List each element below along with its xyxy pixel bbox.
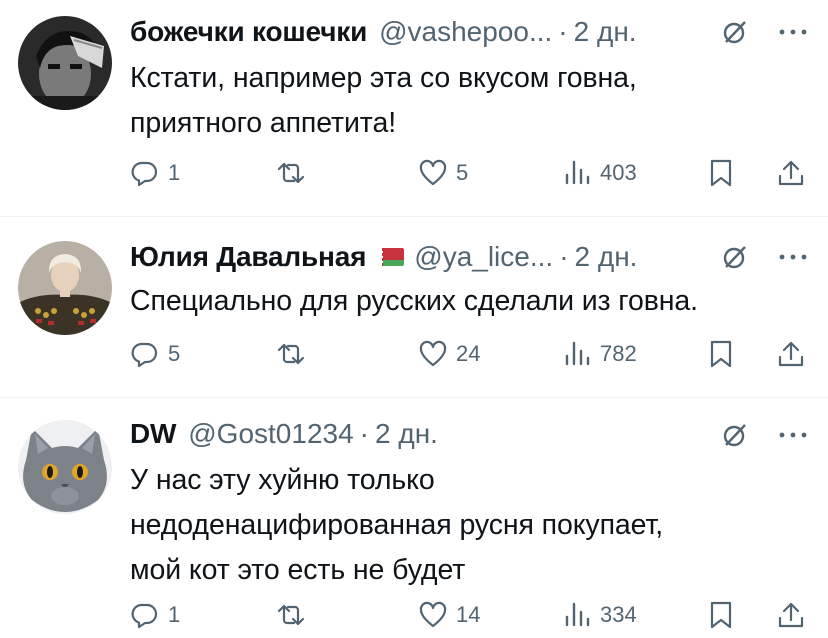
tweet-text-line: мой кот это есть не будет — [130, 554, 466, 586]
tweet-header: божечки кошечки @vashepoo... · 2 дн. — [130, 14, 637, 50]
tweet-text-line: Специально для русских сделали из говна. — [130, 285, 698, 317]
reply-count: 1 — [168, 602, 181, 627]
bookmark-button[interactable] — [706, 156, 736, 190]
reply-icon — [131, 342, 158, 368]
timestamp[interactable]: 2 дн. — [575, 241, 638, 273]
action-bar: 5 24 782 — [0, 337, 828, 371]
heart-icon — [419, 159, 447, 186]
retweet-button[interactable] — [276, 598, 306, 632]
tweet-3[interactable]: DW @Gost01234 · 2 дн. У нас эту хуйню то… — [0, 398, 828, 638]
grok-icon[interactable] — [720, 420, 750, 450]
like-button[interactable]: 14 — [418, 598, 480, 632]
heart-icon — [419, 340, 447, 367]
tweet-text: Кстати, например эта со вкусом говна, пр… — [130, 56, 810, 146]
reply-count: 5 — [168, 341, 181, 366]
separator-dot: · — [559, 241, 569, 272]
author-handle[interactable]: @Gost01234 — [188, 418, 353, 450]
avatar[interactable] — [18, 420, 112, 514]
like-count: 14 — [456, 602, 481, 627]
bookmark-icon — [710, 340, 732, 368]
more-icon[interactable] — [776, 420, 810, 450]
views-count: 334 — [600, 602, 637, 627]
tweet-2[interactable]: Юлия Давальная @ya_lice... · 2 дн. Специ… — [0, 217, 828, 397]
author-name[interactable]: божечки кошечки — [130, 16, 367, 48]
tweet-text-line: У нас эту хуйню только — [130, 464, 435, 496]
grok-icon[interactable] — [720, 17, 750, 47]
reply-icon — [131, 603, 158, 629]
like-button[interactable]: 5 — [418, 156, 468, 190]
tweet-header: Юлия Давальная @ya_lice... · 2 дн. — [130, 239, 637, 275]
reply-button[interactable]: 1 — [130, 156, 180, 190]
views-icon — [565, 341, 590, 366]
retweet-icon — [277, 604, 305, 626]
timestamp[interactable]: 2 дн. — [375, 418, 438, 450]
views-button[interactable]: 334 — [562, 598, 637, 632]
like-count: 5 — [456, 160, 469, 185]
share-icon — [778, 160, 804, 186]
like-button[interactable]: 24 — [418, 337, 480, 371]
reply-button[interactable]: 1 — [130, 598, 180, 632]
views-icon — [565, 160, 590, 185]
bookmark-button[interactable] — [706, 337, 736, 371]
tweet-header: DW @Gost01234 · 2 дн. — [130, 416, 438, 452]
author-name[interactable]: Юлия Давальная — [130, 241, 366, 273]
tweet-text-line: недоденацифированная русня покупает, — [130, 509, 664, 541]
flag-icon — [378, 248, 405, 266]
share-icon — [778, 341, 804, 367]
views-button[interactable]: 782 — [562, 337, 637, 371]
retweet-icon — [277, 343, 305, 365]
more-icon[interactable] — [776, 17, 810, 47]
author-handle[interactable]: @vashepoo... — [379, 16, 552, 48]
tweet-1[interactable]: божечки кошечки @vashepoo... · 2 дн. Кст… — [0, 0, 828, 216]
tweet-text-line: Кстати, например эта со вкусом говна, — [130, 62, 637, 94]
views-icon — [565, 602, 590, 627]
views-count: 782 — [600, 341, 637, 366]
share-button[interactable] — [776, 598, 806, 632]
separator-dot: · — [359, 418, 369, 449]
tweet-text: Специально для русских сделали из говна. — [130, 279, 810, 324]
views-count: 403 — [600, 160, 637, 185]
tweet-text: У нас эту хуйню только недоденацифирован… — [130, 458, 810, 593]
tweet-text-line: приятного аппетита! — [130, 107, 397, 139]
separator-dot: · — [558, 16, 568, 47]
avatar[interactable] — [18, 16, 112, 110]
bookmark-icon — [710, 601, 732, 629]
author-name[interactable]: DW — [130, 418, 176, 450]
author-handle[interactable]: @ya_lice... — [414, 241, 553, 273]
bookmark-icon — [710, 159, 732, 187]
retweet-button[interactable] — [276, 337, 306, 371]
heart-icon — [419, 601, 447, 628]
bookmark-button[interactable] — [706, 598, 736, 632]
more-icon[interactable] — [776, 242, 810, 272]
reply-button[interactable]: 5 — [130, 337, 180, 371]
like-count: 24 — [456, 341, 481, 366]
action-bar: 1 5 403 — [0, 156, 828, 190]
share-button[interactable] — [776, 337, 806, 371]
reply-count: 1 — [168, 160, 181, 185]
share-button[interactable] — [776, 156, 806, 190]
timestamp[interactable]: 2 дн. — [574, 16, 637, 48]
share-icon — [778, 602, 804, 628]
avatar[interactable] — [18, 241, 112, 335]
action-bar: 1 14 334 — [0, 598, 828, 632]
views-button[interactable]: 403 — [562, 156, 637, 190]
reply-icon — [131, 161, 158, 187]
retweet-button[interactable] — [276, 156, 306, 190]
retweet-icon — [277, 162, 305, 184]
grok-icon[interactable] — [720, 242, 750, 272]
